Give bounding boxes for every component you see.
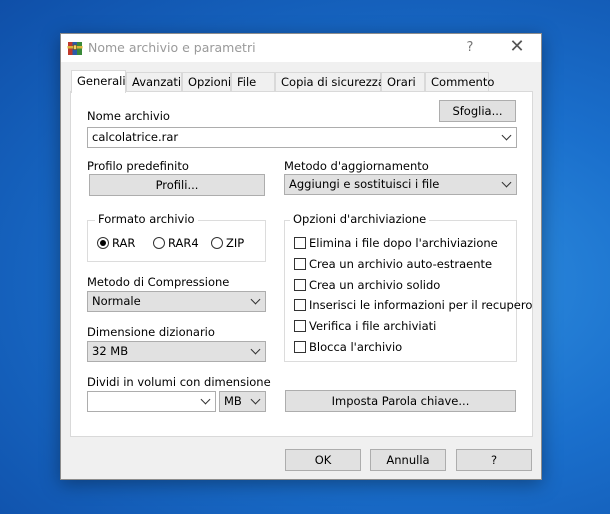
split-volumes-input[interactable]: [87, 391, 216, 412]
tab-orari[interactable]: Orari: [381, 72, 425, 91]
archive-name-combo[interactable]: calcolatrice.rar: [87, 127, 517, 148]
update-method-label: Metodo d'aggiornamento: [284, 159, 429, 173]
compression-method-label: Metodo di Compressione: [87, 275, 230, 289]
dictionary-size-select[interactable]: 32 MB: [87, 341, 266, 362]
browse-button[interactable]: Sfoglia...: [439, 100, 516, 122]
split-unit-value: MB: [224, 394, 242, 408]
help-button[interactable]: ?: [456, 449, 532, 471]
archive-dialog: Nome archivio e parametri ? ✕ Generali A…: [60, 33, 542, 480]
split-volumes-label: Dividi in volumi con dimensione: [87, 375, 271, 389]
check-lock[interactable]: Blocca l'archivio: [294, 340, 402, 354]
chevron-down-icon: [199, 392, 211, 411]
radio-rar4[interactable]: RAR4: [153, 236, 199, 250]
tab-generali[interactable]: Generali: [71, 70, 126, 93]
radio-selected-icon: [97, 237, 109, 249]
check-solid[interactable]: Crea un archivio solido: [294, 278, 440, 292]
checkbox-icon: [294, 258, 306, 270]
tab-opzioni[interactable]: Opzioni: [182, 72, 231, 91]
checkbox-icon: [294, 237, 306, 249]
checkbox-icon: [294, 279, 306, 291]
radio-zip-label: ZIP: [226, 236, 245, 250]
profiles-button[interactable]: Profili...: [89, 174, 265, 196]
radio-rar[interactable]: RAR: [97, 236, 135, 250]
title-bar: Nome archivio e parametri ? ✕: [61, 34, 541, 62]
chevron-down-icon: [249, 392, 261, 411]
radio-rar-label: RAR: [112, 236, 136, 250]
check-lock-label: Blocca l'archivio: [309, 340, 403, 354]
tab-commento[interactable]: Commento: [425, 72, 494, 91]
title-help-button[interactable]: ?: [459, 38, 481, 58]
cancel-button[interactable]: Annulla: [370, 449, 446, 471]
check-solid-label: Crea un archivio solido: [309, 278, 441, 292]
archive-name-value: calcolatrice.rar: [92, 130, 179, 144]
dictionary-size-value: 32 MB: [92, 344, 129, 358]
chevron-down-icon: [500, 175, 512, 194]
compression-method-select[interactable]: Normale: [87, 291, 266, 312]
checkbox-icon: [294, 320, 306, 332]
tab-file[interactable]: File: [231, 72, 275, 91]
tab-copia-di-sicurezza[interactable]: Copia di sicurezza: [275, 72, 385, 91]
set-password-button[interactable]: Imposta Parola chiave...: [285, 390, 516, 412]
update-method-select[interactable]: Aggiungi e sostituisci i file: [284, 174, 517, 195]
check-delete-after[interactable]: Elimina i file dopo l'archiviazione: [294, 236, 498, 250]
radio-zip[interactable]: ZIP: [211, 236, 244, 250]
window-title: Nome archivio e parametri: [88, 40, 256, 55]
check-recovery[interactable]: Inserisci le informazioni per il recuper…: [294, 298, 532, 312]
radio-unselected-icon: [211, 237, 223, 249]
tab-avanzati[interactable]: Avanzati: [126, 72, 182, 91]
archive-format-title: Formato archivio: [95, 212, 198, 226]
check-recovery-label: Inserisci le informazioni per il recuper…: [309, 298, 533, 312]
archiving-options-title: Opzioni d'archiviazione: [290, 212, 430, 226]
ok-button[interactable]: OK: [285, 449, 361, 471]
default-profile-label: Profilo predefinito: [87, 159, 189, 173]
check-verify-label: Verifica i file archiviati: [309, 319, 437, 333]
check-sfx[interactable]: Crea un archivio auto-estraente: [294, 257, 492, 271]
archive-name-label: Nome archivio: [87, 109, 170, 123]
radio-unselected-icon: [153, 237, 165, 249]
check-verify[interactable]: Verifica i file archiviati: [294, 319, 436, 333]
close-button[interactable]: ✕: [502, 38, 532, 58]
update-method-value: Aggiungi e sostituisci i file: [289, 177, 440, 191]
general-panel: Nome archivio Sfoglia... calcolatrice.ra…: [70, 91, 533, 437]
checkbox-icon: [294, 299, 306, 311]
chevron-down-icon: [500, 128, 512, 147]
split-unit-select[interactable]: MB: [219, 391, 266, 412]
dictionary-size-label: Dimensione dizionario: [87, 325, 215, 339]
chevron-down-icon: [249, 292, 261, 311]
winrar-icon: [67, 42, 83, 55]
check-sfx-label: Crea un archivio auto-estraente: [309, 257, 493, 271]
compression-method-value: Normale: [92, 294, 141, 308]
check-delete-after-label: Elimina i file dopo l'archiviazione: [309, 236, 498, 250]
chevron-down-icon: [249, 342, 261, 361]
radio-rar4-label: RAR4: [168, 236, 199, 250]
checkbox-icon: [294, 341, 306, 353]
